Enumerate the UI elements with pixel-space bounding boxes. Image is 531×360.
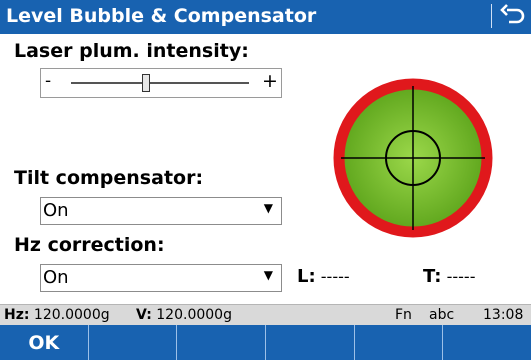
hz-status-value: 120.0000g — [33, 307, 110, 323]
fn-indicator: Fn — [395, 307, 412, 323]
hz-correction-label: Hz correction: — [14, 234, 165, 256]
softkey-2[interactable] — [89, 325, 178, 360]
window-title: Level Bubble & Compensator — [6, 5, 317, 27]
t-label: T: — [423, 266, 442, 287]
v-status-label: V: — [136, 307, 152, 323]
hz-correction-select[interactable]: On ▼ — [40, 264, 282, 292]
clock: 13:08 — [483, 307, 524, 323]
l-label: L: — [297, 266, 316, 287]
ok-button[interactable]: OK — [0, 325, 89, 360]
tilt-compensator-select[interactable]: On ▼ — [40, 197, 282, 225]
status-bar: Hz: 120.0000g V: 120.0000g Fn abc 13:08 — [0, 304, 531, 325]
title-bar: Level Bubble & Compensator — [0, 0, 531, 34]
l-value: ----- — [320, 267, 350, 286]
dropdown-arrow-icon: ▼ — [263, 268, 273, 282]
softkey-5[interactable] — [355, 325, 444, 360]
t-value: ----- — [446, 267, 476, 286]
t-readout: T: ----- — [423, 266, 475, 287]
tilt-compensator-value: On — [43, 200, 69, 221]
slider-plus[interactable]: + — [262, 70, 278, 92]
title-separator — [491, 4, 492, 28]
softkey-4[interactable] — [266, 325, 355, 360]
softkey-3[interactable] — [177, 325, 267, 360]
input-mode-indicator: abc — [429, 307, 455, 323]
hz-correction-value: On — [43, 267, 69, 288]
slider-track[interactable] — [71, 82, 249, 84]
v-status-value: 120.0000g — [156, 307, 232, 323]
hz-status: Hz: 120.0000g — [4, 307, 110, 323]
tilt-compensator-label: Tilt compensator: — [14, 167, 204, 189]
back-arrow-icon[interactable] — [498, 2, 528, 32]
slider-minus[interactable]: - — [45, 71, 51, 91]
laser-intensity-slider[interactable]: - + — [40, 68, 282, 98]
softkey-bar: OK — [0, 325, 531, 360]
softkey-6[interactable] — [443, 325, 531, 360]
hz-status-label: Hz: — [4, 307, 30, 323]
dropdown-arrow-icon: ▼ — [263, 201, 273, 215]
level-bubble-icon — [333, 78, 493, 238]
l-readout: L: ----- — [297, 266, 350, 287]
v-status: V: 120.0000g — [136, 307, 232, 323]
slider-thumb[interactable] — [141, 74, 150, 92]
laser-intensity-label: Laser plum. intensity: — [14, 40, 249, 62]
